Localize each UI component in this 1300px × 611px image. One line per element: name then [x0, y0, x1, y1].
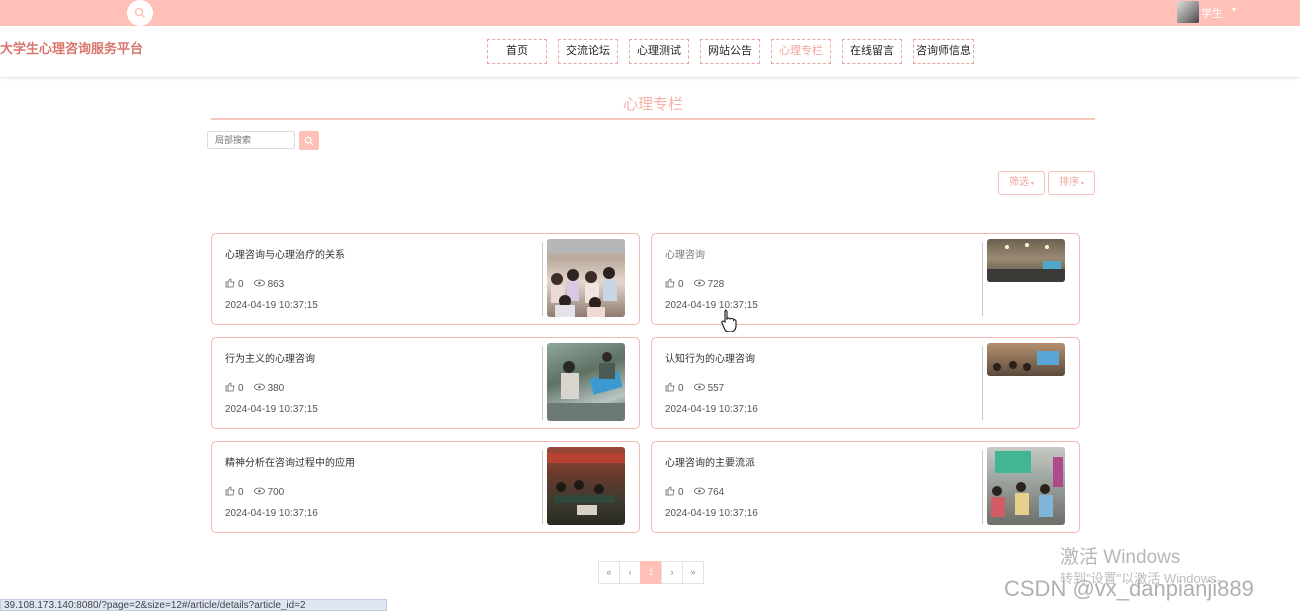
- eye-icon: [693, 383, 705, 394]
- article-date: 2024-04-19 10:37:15: [225, 300, 318, 311]
- eye-icon: [253, 383, 265, 394]
- article-title[interactable]: 行为主义的心理咨询: [225, 350, 315, 365]
- top-bar: 学生 ▾: [0, 0, 1300, 26]
- search-icon: [304, 136, 314, 145]
- article-stats: 0 863: [225, 278, 284, 291]
- search-icon[interactable]: [127, 0, 153, 26]
- article-date: 2024-04-19 10:37:16: [665, 508, 758, 519]
- article-date: 2024-04-19 10:37:15: [665, 300, 758, 311]
- article-thumbnail[interactable]: [987, 447, 1065, 525]
- thumb-up-icon[interactable]: [665, 278, 675, 291]
- nav-home[interactable]: 首页: [487, 39, 547, 64]
- article-card[interactable]: 心理咨询与心理治疗的关系 0 863 2024-04-19 10:37:15: [211, 233, 640, 325]
- article-stats: 0 557: [665, 382, 724, 395]
- thumb-up-icon[interactable]: [225, 278, 235, 291]
- article-thumbnail[interactable]: [987, 239, 1065, 282]
- article-title[interactable]: 心理咨询: [665, 246, 705, 261]
- last-page-button[interactable]: »: [682, 561, 704, 584]
- nav-forum[interactable]: 交流论坛: [558, 39, 618, 64]
- search-input[interactable]: [207, 131, 295, 149]
- article-title[interactable]: 心理咨询与心理治疗的关系: [225, 246, 345, 261]
- eye-icon: [693, 279, 705, 290]
- nav-notice[interactable]: 网站公告: [700, 39, 760, 64]
- article-title[interactable]: 精神分析在咨询过程中的应用: [225, 454, 355, 469]
- sort-button[interactable]: 排序 ▾: [1048, 171, 1095, 195]
- header: 大学生心理咨询服务平台 首页 交流论坛 心理测试 网站公告 心理专栏 在线留言 …: [0, 26, 1300, 78]
- article-thumbnail[interactable]: [547, 343, 625, 421]
- article-card[interactable]: 心理咨询 0 728 2024-04-19 10:37:15: [651, 233, 1080, 325]
- nav-message[interactable]: 在线留言: [842, 39, 902, 64]
- nav-counselor[interactable]: 咨询师信息: [913, 39, 974, 64]
- first-page-button[interactable]: «: [598, 561, 620, 584]
- windows-activation-text: 激活 Windows: [1060, 547, 1181, 568]
- search-button[interactable]: [299, 131, 319, 150]
- article-card[interactable]: 心理咨询的主要流派 0 764 2024-04-19 10:37:16: [651, 441, 1080, 533]
- pagination: « ‹ 1 › »: [598, 561, 704, 584]
- page-1-button[interactable]: 1: [640, 561, 662, 584]
- article-stats: 0 728: [665, 278, 724, 291]
- title-divider: [211, 118, 1095, 120]
- article-card[interactable]: 行为主义的心理咨询 0 380 2024-04-19 10:37:15: [211, 337, 640, 429]
- article-card[interactable]: 精神分析在咨询过程中的应用 0 700 2024-04-19 10:37:16: [211, 441, 640, 533]
- avatar[interactable]: [1177, 1, 1199, 23]
- page-title: 心理专栏: [622, 96, 683, 113]
- thumb-up-icon[interactable]: [665, 486, 675, 499]
- article-thumbnail[interactable]: [547, 447, 625, 525]
- article-stats: 0 764: [665, 486, 724, 499]
- filter-button[interactable]: 筛选 ▾: [998, 171, 1045, 195]
- article-thumbnail[interactable]: [547, 239, 625, 317]
- eye-icon: [253, 279, 265, 290]
- article-date: 2024-04-19 10:37:16: [225, 508, 318, 519]
- article-stats: 0 380: [225, 382, 284, 395]
- csdn-watermark: CSDN @vx_danpianji889: [1004, 576, 1254, 601]
- site-title: 大学生心理咨询服务平台: [0, 41, 144, 56]
- thumb-up-icon[interactable]: [665, 382, 675, 395]
- article-date: 2024-04-19 10:37:16: [665, 404, 758, 415]
- prev-page-button[interactable]: ‹: [619, 561, 641, 584]
- article-date: 2024-04-19 10:37:15: [225, 404, 318, 415]
- status-bar-url: 39.108.173.140:8080/?page=2&size=12#/art…: [0, 599, 387, 611]
- nav-column[interactable]: 心理专栏: [771, 39, 831, 64]
- user-name[interactable]: 学生: [1201, 5, 1223, 21]
- nav-test[interactable]: 心理测试: [629, 39, 689, 64]
- eye-icon: [693, 487, 705, 498]
- next-page-button[interactable]: ›: [661, 561, 683, 584]
- article-card[interactable]: 认知行为的心理咨询 0 557 2024-04-19 10:37:16: [651, 337, 1080, 429]
- article-thumbnail[interactable]: [987, 343, 1065, 376]
- hand-cursor-icon: [720, 308, 738, 337]
- thumb-up-icon[interactable]: [225, 382, 235, 395]
- chevron-down-icon[interactable]: ▾: [1232, 5, 1236, 14]
- eye-icon: [253, 487, 265, 498]
- thumb-up-icon[interactable]: [225, 486, 235, 499]
- article-stats: 0 700: [225, 486, 284, 499]
- article-title[interactable]: 心理咨询的主要流派: [665, 454, 755, 469]
- article-title[interactable]: 认知行为的心理咨询: [665, 350, 755, 365]
